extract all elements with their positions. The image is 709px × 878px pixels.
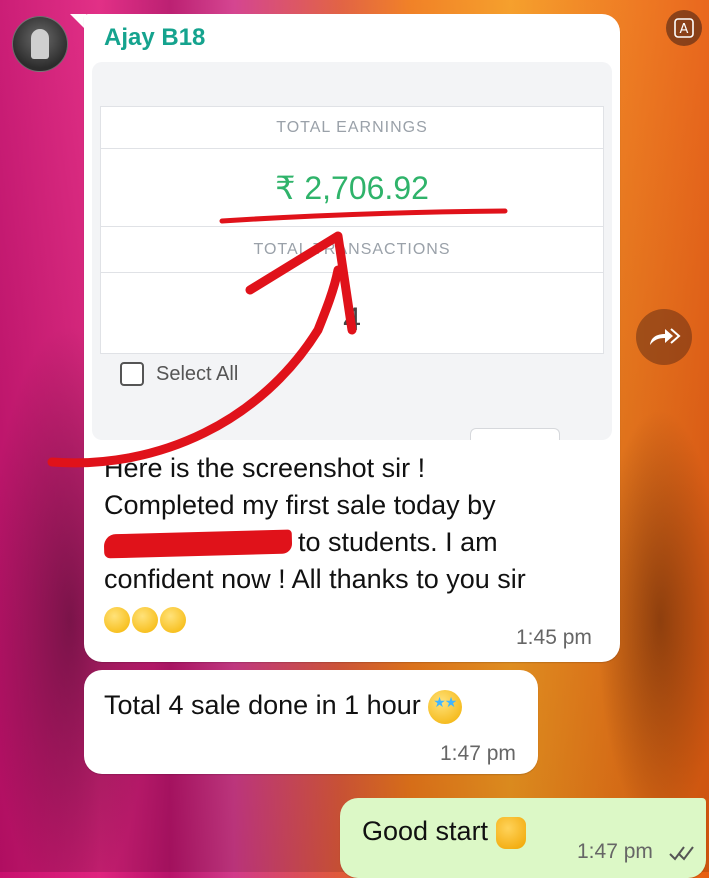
- message-line-2: Completed my first sale today by: [104, 490, 496, 520]
- raising-hands-emoji: [160, 606, 186, 633]
- message-text: Here is the screenshot sir ! Completed m…: [103, 450, 604, 637]
- transactions-label-panel: TOTAL TRANSACTIONS: [100, 226, 604, 274]
- raising-hands-emoji: [104, 606, 130, 633]
- avatar-figure: [31, 29, 49, 59]
- forward-button[interactable]: [636, 309, 692, 365]
- outgoing-message-bubble[interactable]: Good start 1:47 pm: [340, 798, 706, 878]
- translate-icon: A: [674, 18, 694, 38]
- message-time: 1:45 pm: [516, 626, 592, 649]
- message-text-row: Total 4 sale done in 1 hour: [104, 690, 463, 724]
- message-line-3: to students. I am: [103, 524, 604, 561]
- double-check-icon: [669, 846, 694, 861]
- message-time: 1:47 pm: [440, 742, 516, 765]
- partial-button: [470, 428, 560, 440]
- forward-icon: [650, 328, 681, 345]
- redaction-mark: [103, 529, 293, 559]
- select-all-checkbox: [120, 362, 144, 386]
- message-text-row: Good start: [362, 816, 527, 849]
- earnings-label-panel: TOTAL EARNINGS: [100, 106, 604, 150]
- message-text: Good start: [362, 816, 489, 846]
- earnings-value-panel: ₹ 2,706.92: [100, 148, 604, 228]
- message-line-1: Here is the screenshot sir !: [104, 453, 426, 483]
- select-all-label: Select All: [156, 362, 239, 385]
- sender-avatar[interactable]: [12, 16, 68, 72]
- total-transactions-value: 4: [343, 301, 361, 337]
- svg-text:A: A: [680, 22, 689, 37]
- message-line-3-text: to students. I am: [298, 527, 498, 557]
- transactions-value-panel: 4: [100, 272, 604, 354]
- star-struck-emoji: [428, 690, 463, 724]
- translate-button[interactable]: A: [666, 10, 702, 46]
- message-line-4: confident now ! All thanks to you sir: [104, 564, 526, 594]
- message-time: 1:47 pm: [577, 840, 653, 863]
- total-earnings-label: TOTAL EARNINGS: [276, 119, 428, 136]
- sender-name[interactable]: Ajay B18: [104, 24, 205, 52]
- incoming-message-bubble[interactable]: Total 4 sale done in 1 hour 1:47 pm: [84, 670, 538, 774]
- thumbs-up-emoji: [496, 816, 527, 849]
- total-earnings-value: ₹ 2,706.92: [275, 170, 429, 206]
- select-all-row: Select All: [120, 362, 238, 386]
- message-text: Total 4 sale done in 1 hour: [104, 690, 421, 721]
- total-transactions-label: TOTAL TRANSACTIONS: [253, 241, 451, 258]
- raising-hands-emoji: [132, 606, 158, 633]
- attached-screenshot[interactable]: TOTAL EARNINGS ₹ 2,706.92 TOTAL TRANSACT…: [92, 62, 612, 440]
